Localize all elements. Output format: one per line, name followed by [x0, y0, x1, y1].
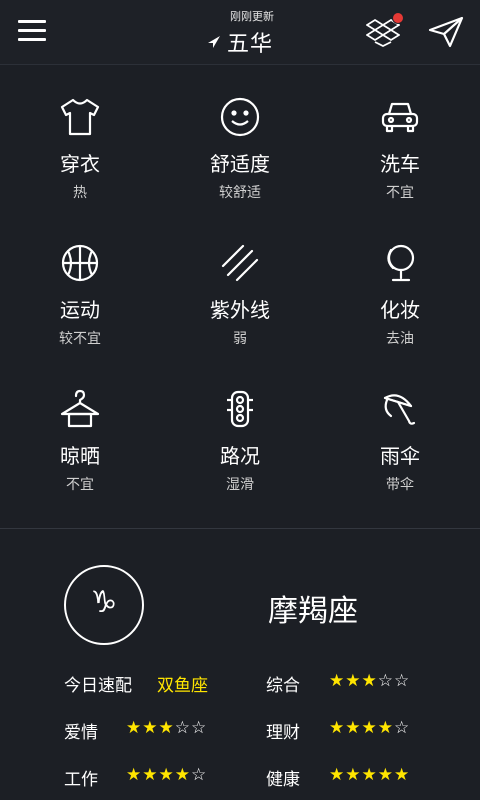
star-filled-icon: ★ [345, 718, 362, 738]
index-name: 运动 [60, 298, 100, 322]
star-filled-icon: ★ [377, 718, 394, 738]
umbrella-icon [383, 394, 416, 425]
index-item-comfort[interactable]: 舒适度 较舒适 [160, 66, 320, 212]
star-filled-icon: ★ [126, 765, 143, 785]
star-filled-icon: ★ [329, 671, 346, 691]
index-item-makeup[interactable]: 化妆 去油 [320, 212, 480, 358]
index-value: 热 [73, 185, 87, 201]
location-arrow-icon [207, 36, 220, 48]
index-value: 较不宜 [59, 331, 101, 347]
rating-stars-work: ★★★★☆ [126, 765, 207, 785]
menu-icon[interactable] [18, 20, 46, 44]
star-filled-icon: ★ [361, 671, 378, 691]
star-filled-icon: ★ [142, 765, 159, 785]
update-status: 刚刚更新 [230, 10, 274, 23]
index-item-traffic[interactable]: 路况 湿滑 [160, 358, 320, 504]
rating-label-overall: 综合 [266, 676, 300, 696]
index-name: 洗车 [380, 152, 420, 176]
uv-rays-icon [221, 244, 259, 282]
index-name: 雨伞 [380, 444, 420, 468]
star-filled-icon: ★ [158, 718, 175, 738]
share-send-icon[interactable] [428, 16, 464, 48]
star-empty-icon: ☆ [394, 671, 411, 691]
star-empty-icon: ☆ [174, 718, 191, 738]
car-icon [381, 102, 419, 133]
index-item-sport[interactable]: 运动 较不宜 [0, 212, 160, 358]
star-empty-icon: ☆ [394, 718, 411, 738]
index-name: 穿衣 [60, 152, 100, 176]
rating-stars-love: ★★★☆☆ [126, 718, 207, 738]
index-name: 紫外线 [210, 298, 270, 322]
rating-label-health: 健康 [266, 770, 300, 790]
capricorn-icon: ♑ [90, 585, 118, 620]
rating-label-work: 工作 [64, 770, 98, 790]
rating-label-finance: 理财 [266, 723, 300, 743]
star-filled-icon: ★ [126, 718, 143, 738]
notification-badge [392, 12, 404, 24]
star-empty-icon: ☆ [191, 718, 208, 738]
zodiac-badge[interactable]: ♑ [64, 565, 144, 645]
tshirt-icon [60, 98, 100, 136]
star-filled-icon: ★ [394, 765, 411, 785]
index-item-dressing[interactable]: 穿衣 热 [0, 66, 160, 212]
star-filled-icon: ★ [329, 765, 346, 785]
index-name: 晾晒 [60, 444, 100, 468]
index-name: 舒适度 [210, 152, 270, 176]
index-name: 化妆 [380, 298, 420, 322]
index-value: 不宜 [66, 477, 94, 493]
rating-label-love: 爱情 [64, 723, 98, 743]
star-filled-icon: ★ [361, 765, 378, 785]
star-filled-icon: ★ [174, 765, 191, 785]
star-empty-icon: ☆ [191, 765, 208, 785]
index-value: 湿滑 [226, 477, 254, 493]
star-filled-icon: ★ [329, 718, 346, 738]
star-filled-icon: ★ [345, 671, 362, 691]
star-filled-icon: ★ [158, 765, 175, 785]
match-value: 双鱼座 [157, 676, 208, 696]
star-filled-icon: ★ [345, 765, 362, 785]
mirror-icon [387, 244, 415, 282]
star-filled-icon: ★ [142, 718, 159, 738]
smiley-icon [220, 97, 260, 137]
match-label: 今日速配 [64, 676, 132, 696]
index-value: 较舒适 [219, 185, 261, 201]
rating-stars-overall: ★★★☆☆ [329, 671, 410, 691]
index-value: 去油 [386, 331, 414, 347]
rating-stars-health: ★★★★★ [329, 765, 410, 785]
section-divider [0, 528, 480, 529]
index-item-umbrella[interactable]: 雨伞 带伞 [320, 358, 480, 504]
index-value: 带伞 [386, 477, 414, 493]
index-name: 路况 [220, 444, 260, 468]
basketball-icon [61, 244, 99, 282]
top-bar: 刚刚更新 五华 [0, 0, 480, 65]
star-filled-icon: ★ [377, 765, 394, 785]
city-name: 五华 [226, 32, 273, 57]
traffic-light-icon [227, 390, 253, 428]
index-value: 弱 [233, 331, 247, 347]
index-item-drying[interactable]: 晾晒 不宜 [0, 358, 160, 504]
star-filled-icon: ★ [361, 718, 378, 738]
zodiac-sign-name: 摩羯座 [268, 594, 358, 629]
star-empty-icon: ☆ [377, 671, 394, 691]
hanger-icon [60, 389, 100, 428]
location-title[interactable]: 刚刚更新 五华 [190, 8, 290, 58]
index-item-uv[interactable]: 紫外线 弱 [160, 212, 320, 358]
rating-stars-finance: ★★★★☆ [329, 718, 410, 738]
index-item-carwash[interactable]: 洗车 不宜 [320, 66, 480, 212]
index-value: 不宜 [386, 185, 414, 201]
